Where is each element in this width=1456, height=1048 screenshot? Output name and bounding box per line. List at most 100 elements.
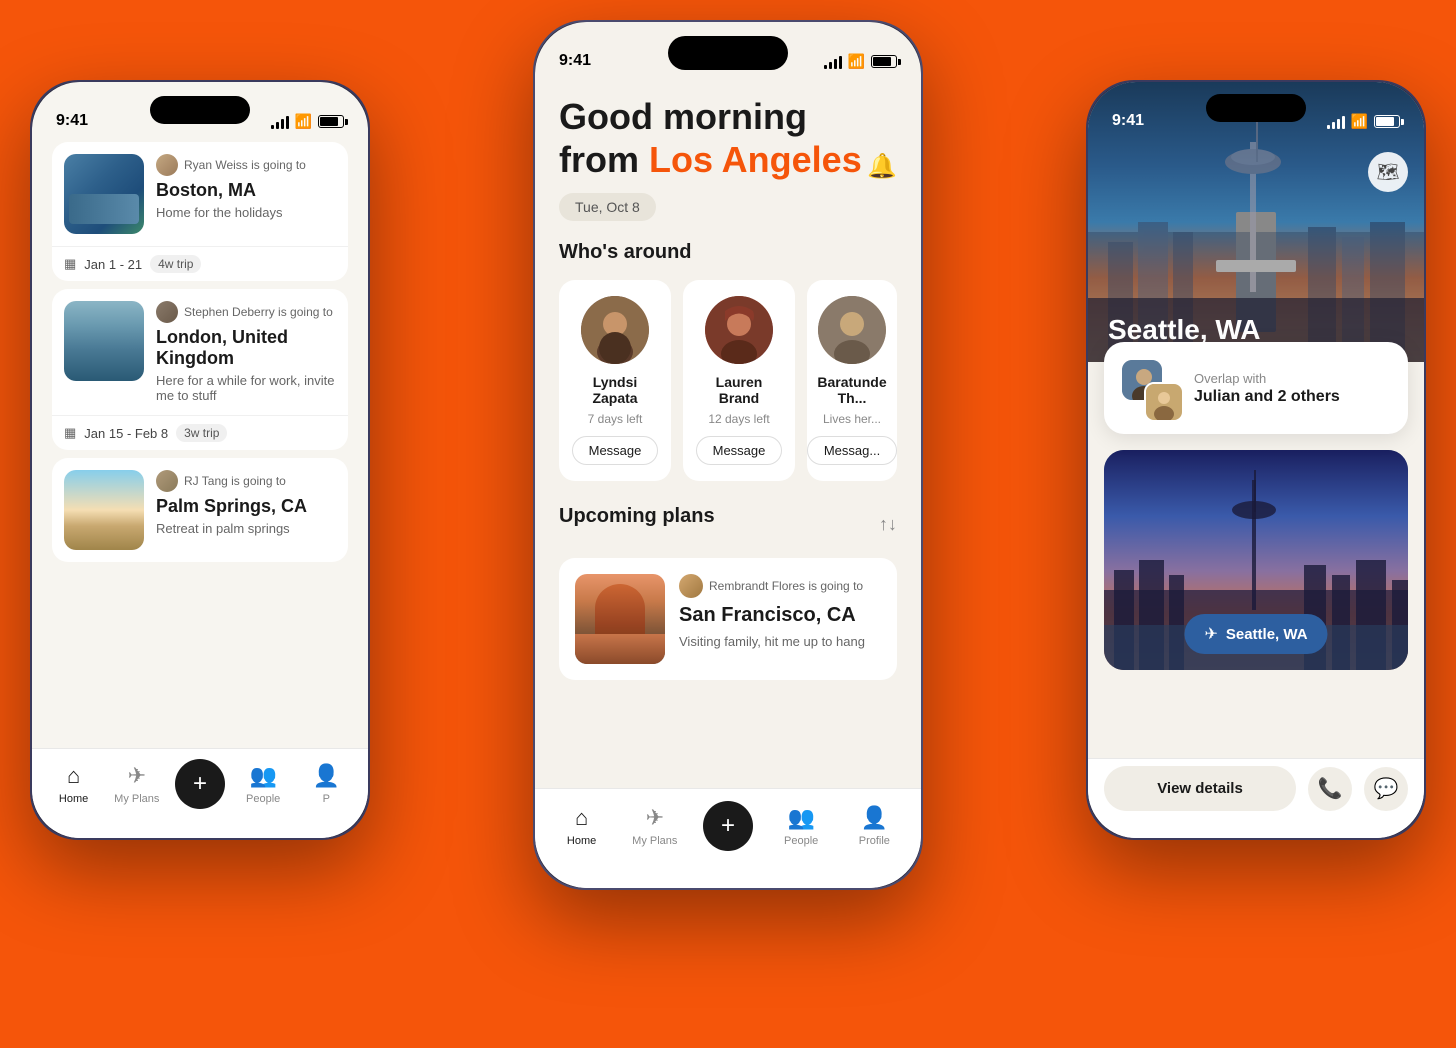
avatar-ryan xyxy=(156,154,178,176)
view-details-btn[interactable]: View details xyxy=(1104,766,1296,811)
greeting-title: Good morning from Los Angeles xyxy=(559,95,897,181)
map-icon-btn[interactable]: 🗺 xyxy=(1368,152,1408,192)
upcoming-header: Upcoming plans ↑↓ xyxy=(559,505,897,544)
nav-people-center[interactable]: 👥 People xyxy=(776,805,826,847)
overlap-card[interactable]: Overlap with Julian and 2 others xyxy=(1104,342,1408,434)
plane-icon-badge: ✈ xyxy=(1204,624,1217,644)
bottom-nav-center: ⌂ Home ✈ My Plans + 👥 People 👤 Profile xyxy=(535,788,921,888)
person-card-baratunde[interactable]: Baratunde Th... Lives her... Messag... xyxy=(807,280,897,481)
home-label-center: Home xyxy=(567,835,596,847)
center-phone: 9:41 📶 🔔 xyxy=(533,20,923,890)
signal-bars-center xyxy=(824,55,842,69)
people-cards-row: Lyndsi Zapata 7 days left Message xyxy=(559,280,897,481)
message-btn-lyndsi[interactable]: Message xyxy=(572,436,659,465)
myplans-icon-left: ✈ xyxy=(128,763,146,789)
right-phone: 9:41 📶 xyxy=(1086,80,1426,840)
signal-bar-3 xyxy=(281,119,284,129)
people-icon-center: 👥 xyxy=(787,805,814,831)
nav-p-left[interactable]: 👤 P xyxy=(301,763,351,805)
trip-user-badge-london: Stephen Deberry is going to xyxy=(156,301,336,323)
right-city-card[interactable]: ✈ Seattle, WA xyxy=(1104,450,1408,670)
person-days-baratunde: Lives her... xyxy=(823,412,881,426)
nav-home-center[interactable]: ⌂ Home xyxy=(557,805,607,847)
nav-home-left[interactable]: ⌂ Home xyxy=(49,763,99,805)
person-card-lauren[interactable]: Lauren Brand 12 days left Message xyxy=(683,280,795,481)
trip-card-inner-palm: RJ Tang is going to Palm Springs, CA Ret… xyxy=(52,458,348,562)
right-city-badge: ✈ Seattle, WA xyxy=(1184,614,1327,654)
signal-bar-r4 xyxy=(1342,116,1345,129)
upcoming-city: San Francisco, CA xyxy=(679,604,865,627)
signal-bar-4 xyxy=(286,116,289,129)
phone-action-btn[interactable]: 📞 xyxy=(1308,767,1352,811)
nav-add-btn-left[interactable]: + xyxy=(175,759,225,809)
trip-user-badge-palm: RJ Tang is going to xyxy=(156,470,336,492)
status-time-left: 9:41 xyxy=(56,112,88,130)
trip-title-london: London, United Kingdom xyxy=(156,327,336,369)
trip-user-text-boston: Ryan Weiss is going to xyxy=(184,158,306,172)
from-text: from xyxy=(559,139,649,180)
home-icon-left: ⌂ xyxy=(67,763,80,789)
upcoming-desc: Visiting family, hit me up to hang xyxy=(679,633,865,651)
nav-myplans-left[interactable]: ✈ My Plans xyxy=(112,763,162,805)
trip-date-row-boston: ▦ Jan 1 - 21 4w trip xyxy=(52,246,348,281)
signal-bar-c3 xyxy=(834,59,837,69)
trip-card-boston[interactable]: Ryan Weiss is going to Boston, MA Home f… xyxy=(52,142,348,281)
trip-image-london xyxy=(64,301,144,381)
person-name-baratunde: Baratunde Th... xyxy=(817,374,886,406)
status-time-right: 9:41 xyxy=(1112,112,1144,130)
trip-card-london[interactable]: Stephen Deberry is going to London, Unit… xyxy=(52,289,348,450)
trip-card-inner-london: Stephen Deberry is going to London, Unit… xyxy=(52,289,348,415)
whos-around-section: Who's around xyxy=(559,241,897,481)
overlap-subtitle: Overlap with xyxy=(1194,371,1340,386)
nav-add-btn-center[interactable]: + xyxy=(703,801,753,851)
message-action-btn[interactable]: 💬 xyxy=(1364,767,1408,811)
person-name-lauren: Lauren Brand xyxy=(695,374,783,406)
battery-right xyxy=(1374,115,1400,128)
status-bar-right: 9:41 📶 xyxy=(1088,82,1424,138)
p-label-left: P xyxy=(323,793,330,805)
home-icon-center: ⌂ xyxy=(575,805,588,831)
profile-icon-center: 👤 xyxy=(861,805,888,831)
city-badge-text: Seattle, WA xyxy=(1226,626,1308,643)
signal-bar-1 xyxy=(271,125,274,129)
person-card-lyndsi[interactable]: Lyndsi Zapata 7 days left Message xyxy=(559,280,671,481)
left-phone: 9:41 📶 xyxy=(30,80,370,840)
trip-desc-london: Here for a while for work, invite me to … xyxy=(156,373,336,403)
notification-bell[interactable]: 🔔 xyxy=(867,152,897,181)
wifi-icon-right: 📶 xyxy=(1351,113,1368,130)
trip-desc-boston: Home for the holidays xyxy=(156,205,336,220)
overlap-text: Overlap with Julian and 2 others xyxy=(1194,371,1340,406)
person-days-lyndsi: 7 days left xyxy=(588,412,643,426)
dynamic-island-left xyxy=(150,96,250,124)
trip-info-palm: RJ Tang is going to Palm Springs, CA Ret… xyxy=(156,470,336,536)
trip-card-palm[interactable]: RJ Tang is going to Palm Springs, CA Ret… xyxy=(52,458,348,562)
status-time-center: 9:41 xyxy=(559,52,591,70)
avatar-rj xyxy=(156,470,178,492)
upcoming-card[interactable]: Rembrandt Flores is going to San Francis… xyxy=(559,558,897,680)
signal-bar-c1 xyxy=(824,65,827,69)
wifi-icon-left: 📶 xyxy=(295,113,312,130)
sort-icon[interactable]: ↑↓ xyxy=(879,514,897,535)
upcoming-title: Upcoming plans xyxy=(559,505,715,528)
signal-bar-r2 xyxy=(1332,122,1335,129)
myplans-icon-center: ✈ xyxy=(646,805,664,831)
greeting-section: Good morning from Los Angeles Tue, Oct 8 xyxy=(559,87,897,221)
avatar-stephen xyxy=(156,301,178,323)
overlap-title: Julian and 2 others xyxy=(1194,388,1340,406)
avatar-lyndsi xyxy=(581,296,649,364)
message-btn-lauren[interactable]: Message xyxy=(696,436,783,465)
upcoming-image-sf xyxy=(575,574,665,664)
p-icon-left: 👤 xyxy=(313,763,340,789)
overlap-avatars xyxy=(1120,358,1180,418)
message-btn-baratunde[interactable]: Messag... xyxy=(807,436,897,465)
battery-fill-right xyxy=(1376,117,1394,126)
nav-profile-center[interactable]: 👤 Profile xyxy=(849,805,899,847)
signal-bar-2 xyxy=(276,122,279,129)
upcoming-user-badge: Rembrandt Flores is going to xyxy=(679,574,865,598)
nav-myplans-center[interactable]: ✈ My Plans xyxy=(630,805,680,847)
dynamic-island-center xyxy=(668,36,788,70)
trip-image-boston xyxy=(64,154,144,234)
calendar-icon-london: ▦ xyxy=(64,425,76,441)
signal-bars-right xyxy=(1327,115,1345,129)
nav-people-left[interactable]: 👥 People xyxy=(238,763,288,805)
